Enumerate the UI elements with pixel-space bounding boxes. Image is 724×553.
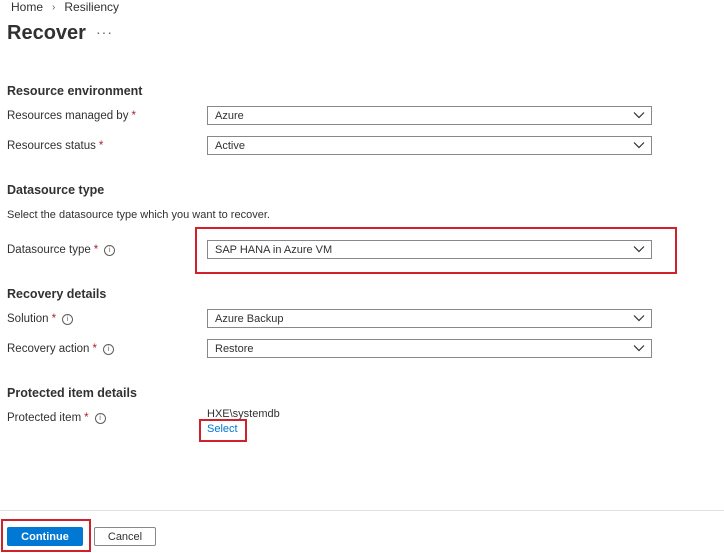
- required-marker: *: [98, 140, 104, 152]
- chevron-down-icon: [633, 345, 645, 352]
- more-options-icon[interactable]: ···: [96, 24, 113, 40]
- chevron-down-icon: [633, 142, 645, 149]
- solution-dropdown[interactable]: Azure Backup: [207, 309, 652, 328]
- recovery-action-dropdown[interactable]: Restore: [207, 339, 652, 358]
- section-protected-item-details: Protected item details: [7, 386, 137, 400]
- recovery-action-label: Recovery action * i: [7, 343, 114, 355]
- section-recovery-details: Recovery details: [7, 287, 107, 301]
- chevron-down-icon: [633, 246, 645, 253]
- solution-label: Solution * i: [7, 313, 74, 325]
- section-resource-environment: Resource environment: [7, 84, 143, 98]
- breadcrumb: Home › Resiliency: [11, 0, 119, 14]
- resources-managed-by-dropdown[interactable]: Azure: [207, 106, 652, 125]
- section-datasource-type: Datasource type: [7, 183, 105, 197]
- resources-status-label: Resources status *: [7, 140, 104, 152]
- breadcrumb-resiliency[interactable]: Resiliency: [64, 0, 119, 14]
- continue-button[interactable]: Continue: [7, 527, 83, 546]
- required-marker: *: [51, 313, 57, 325]
- cancel-button[interactable]: Cancel: [94, 527, 156, 546]
- resources-status-dropdown[interactable]: Active: [207, 136, 652, 155]
- breadcrumb-home[interactable]: Home: [11, 0, 43, 14]
- required-marker: *: [131, 110, 136, 122]
- chevron-down-icon: [633, 315, 645, 322]
- required-marker: *: [92, 343, 97, 355]
- datasource-type-label: Datasource type * i: [7, 244, 116, 256]
- info-icon[interactable]: i: [104, 244, 116, 256]
- page-title: Recover: [7, 22, 86, 44]
- select-protected-item-link[interactable]: Select: [207, 423, 238, 435]
- protected-item-label: Protected item * i: [7, 412, 106, 424]
- info-icon[interactable]: i: [102, 343, 114, 355]
- footer-divider: [0, 510, 724, 511]
- info-icon[interactable]: i: [62, 313, 74, 325]
- chevron-down-icon: [633, 112, 645, 119]
- datasource-type-dropdown[interactable]: SAP HANA in Azure VM: [207, 240, 652, 259]
- required-marker: *: [84, 412, 89, 424]
- chevron-right-icon: ›: [52, 1, 56, 13]
- datasource-hint: Select the datasource type which you wan…: [7, 209, 270, 221]
- resources-managed-by-label: Resources managed by *: [7, 110, 136, 122]
- info-icon[interactable]: i: [94, 412, 106, 424]
- required-marker: *: [93, 244, 99, 256]
